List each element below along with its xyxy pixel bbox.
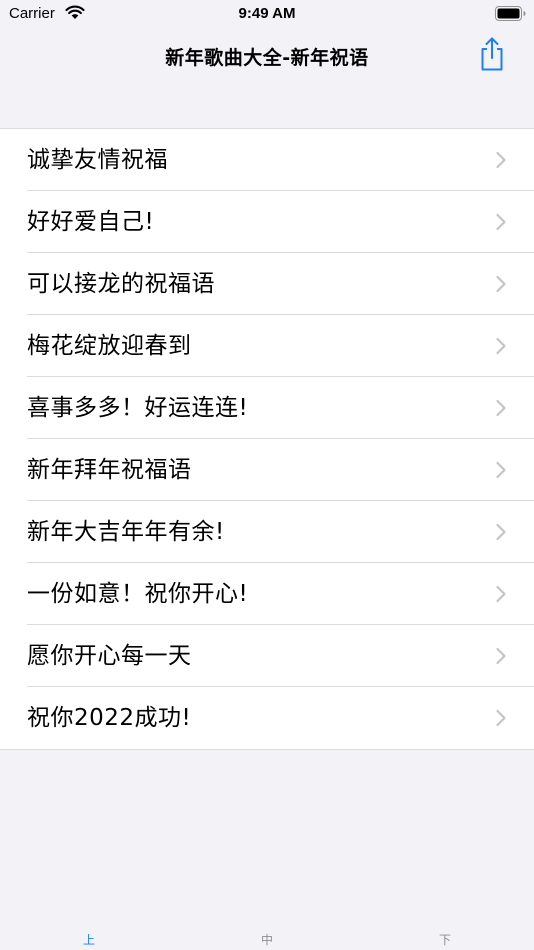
chevron-right-icon — [496, 275, 506, 293]
share-icon[interactable] — [478, 36, 506, 72]
list-item-label: 祝你2022成功! — [27, 705, 192, 731]
chevron-right-icon — [496, 461, 506, 479]
list-item[interactable]: 一份如意！祝你开心! — [0, 563, 534, 625]
list-item[interactable]: 愿你开心每一天 — [0, 625, 534, 687]
chevron-right-icon — [496, 585, 506, 603]
screen: Carrier 9:49 AM 新年歌曲大全-新年祝语 诚挚友情祝福 好好爱自己… — [0, 0, 534, 950]
list-item-label: 新年大吉年年有余! — [27, 519, 225, 545]
list-item-label: 一份如意！祝你开心! — [27, 581, 249, 607]
list-item[interactable]: 可以接龙的祝福语 — [0, 253, 534, 315]
chevron-right-icon — [496, 213, 506, 231]
list-item-label: 新年拜年祝福语 — [27, 457, 192, 483]
chevron-right-icon — [496, 337, 506, 355]
list-item-label: 愿你开心每一天 — [27, 643, 192, 669]
navigation-bar: 新年歌曲大全-新年祝语 — [0, 28, 534, 82]
tab-middle[interactable]: 中 — [237, 931, 297, 948]
battery-icon — [495, 6, 526, 21]
list-item-label: 好好爱自己! — [27, 209, 155, 235]
clock: 9:49 AM — [238, 5, 296, 22]
list-item[interactable]: 喜事多多！好运连连! — [0, 377, 534, 439]
tab-lower[interactable]: 下 — [415, 931, 475, 948]
chevron-right-icon — [496, 399, 506, 417]
list-item[interactable]: 诚挚友情祝福 — [0, 129, 534, 191]
list-item[interactable]: 梅花绽放迎春到 — [0, 315, 534, 377]
list-item[interactable]: 祝你2022成功! — [0, 687, 534, 749]
list-item-label: 梅花绽放迎春到 — [27, 333, 192, 359]
chevron-right-icon — [496, 151, 506, 169]
chevron-right-icon — [496, 709, 506, 727]
tab-bar: 上 中 下 — [0, 922, 534, 950]
list-item-label: 诚挚友情祝福 — [27, 147, 168, 173]
list-item-label: 可以接龙的祝福语 — [27, 271, 215, 297]
list-item[interactable]: 新年大吉年年有余! — [0, 501, 534, 563]
greetings-list: 诚挚友情祝福 好好爱自己! 可以接龙的祝福语 梅花绽放迎春到 喜事多多！好运连连… — [0, 128, 534, 750]
page-title: 新年歌曲大全-新年祝语 — [165, 47, 369, 69]
status-bar: Carrier 9:49 AM — [0, 0, 534, 28]
chevron-right-icon — [496, 647, 506, 665]
list-item[interactable]: 好好爱自己! — [0, 191, 534, 253]
tab-upper[interactable]: 上 — [59, 931, 119, 948]
chevron-right-icon — [496, 523, 506, 541]
list-item-label: 喜事多多！好运连连! — [27, 395, 249, 421]
list-item[interactable]: 新年拜年祝福语 — [0, 439, 534, 501]
